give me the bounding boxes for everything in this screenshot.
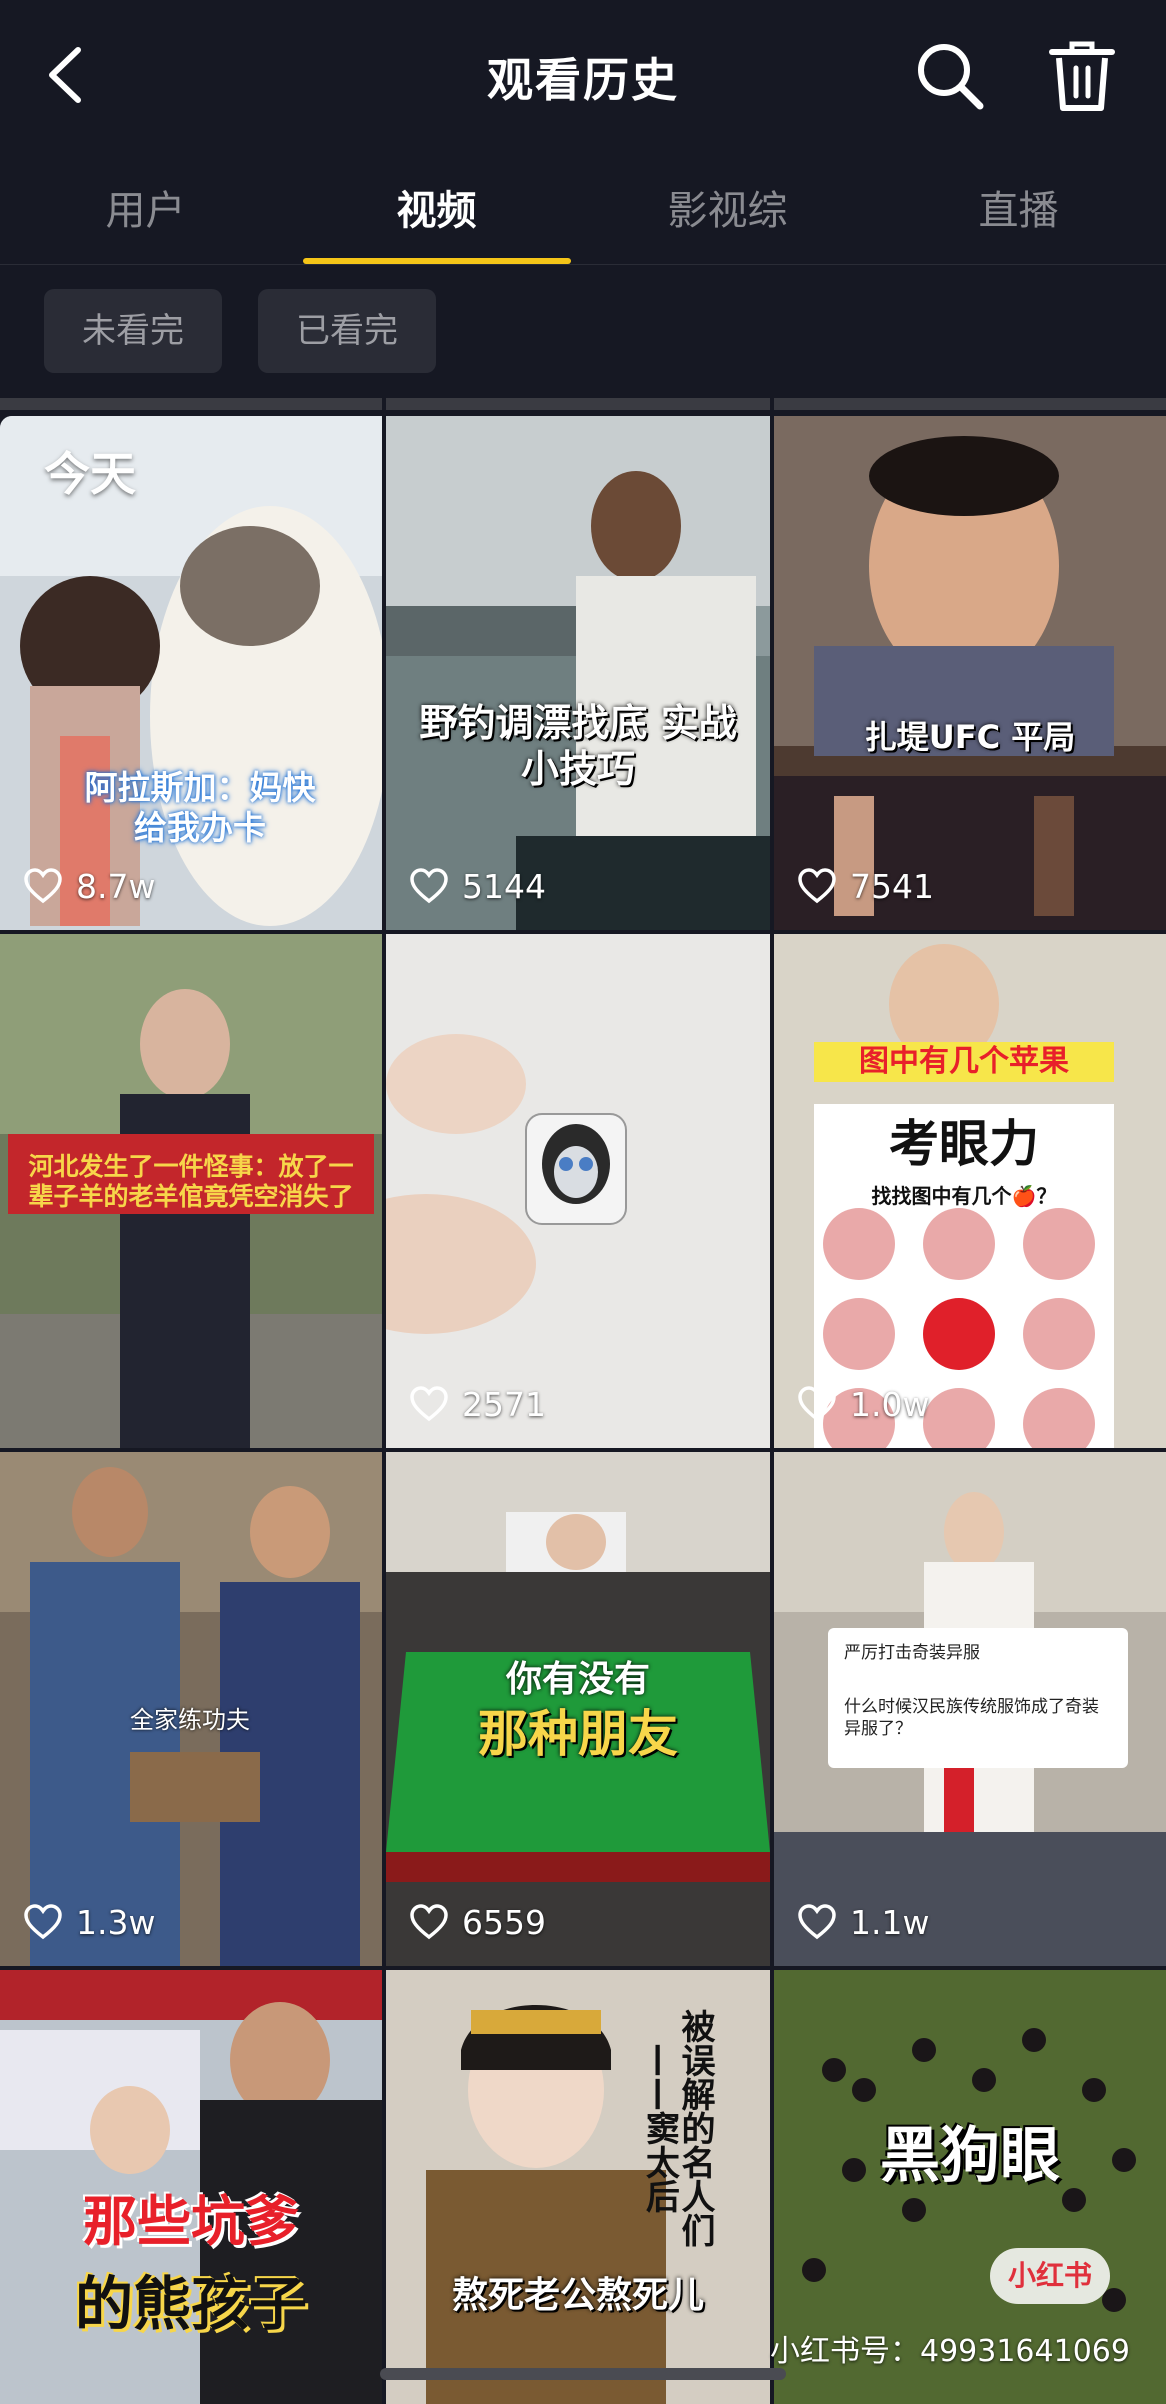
video-caption-subtitle: 找找图中有几个🍎？ <box>871 1184 1057 1208</box>
video-caption: 黑狗眼 <box>880 2121 1060 2191</box>
video-card[interactable]: 扎堤UFC 平局 7541 <box>774 416 1166 930</box>
tab-users[interactable]: 用户 <box>0 178 291 236</box>
header-bar: 观看历史 <box>0 0 1166 160</box>
heart-icon <box>798 1904 836 1940</box>
video-card[interactable]: 河北发生了一件怪事：放了一辈子羊的老羊倌竟凭空消失了 <box>0 934 382 1448</box>
video-caption: 那些坑爹 <box>83 2190 299 2253</box>
video-caption: 阿拉斯加：妈快给我办卡 <box>84 768 316 847</box>
heart-icon <box>410 1904 448 1940</box>
like-count: 7541 <box>798 864 934 908</box>
like-count-value: 1.0w <box>850 1384 930 1424</box>
heart-icon <box>410 868 448 904</box>
like-count-value: 1.1w <box>850 1902 930 1942</box>
home-indicator[interactable] <box>380 2368 786 2380</box>
video-card[interactable]: 被误解的名人们——窦太后 熬死老公熬死儿 <box>386 1970 770 2404</box>
video-card[interactable]: 那些坑爹 的熊孩子 <box>0 1970 382 2404</box>
video-card[interactable]: 你有没有 那种朋友 6559 <box>386 1452 770 1966</box>
video-thumbnail <box>386 934 770 1448</box>
video-card[interactable]: 全家练功夫 1.3w <box>0 1452 382 1966</box>
like-count-value: 6559 <box>462 1902 546 1942</box>
video-caption-title: 考眼力 <box>889 1115 1039 1173</box>
heart-icon <box>798 1386 836 1422</box>
like-count-value: 8.7w <box>76 866 156 906</box>
watermark-id: 小红书号：4993164​1069 <box>770 2334 1130 2369</box>
page-title: 观看历史 <box>487 53 679 107</box>
heart-icon <box>410 1386 448 1422</box>
filter-finished-chip[interactable]: 已看完 <box>258 289 436 373</box>
like-count: 2571 <box>410 1382 546 1426</box>
comment-title: 严厉打击奇装异服 <box>844 1643 980 1663</box>
like-count: 6559 <box>410 1900 546 1944</box>
heart-icon <box>24 1904 62 1940</box>
like-count-value: 2571 <box>462 1384 546 1424</box>
like-count-value: 1.3w <box>76 1902 156 1942</box>
video-caption-vertical: 被误解的名人们——窦太后 <box>639 2009 715 2247</box>
video-caption: 河北发生了一件怪事：放了一辈子羊的老羊倌竟凭空消失了 <box>28 1152 354 1211</box>
previous-row-peek <box>0 398 382 410</box>
tab-live[interactable]: 直播 <box>873 178 1164 236</box>
video-card[interactable]: 图中有几个苹果 考眼力 找找图中有几个🍎？ 1.0w <box>774 934 1166 1448</box>
heart-icon <box>798 868 836 904</box>
like-count-value: 7541 <box>850 866 934 906</box>
filter-unfinished-chip[interactable]: 未看完 <box>44 289 222 373</box>
video-caption: 扎堤UFC 平局 <box>864 718 1076 756</box>
video-caption-title: 的熊孩子 <box>74 2270 307 2338</box>
video-caption: 熬死老公熬死儿 <box>451 2275 704 2316</box>
video-card[interactable]: 野钓调漂找底 实战小技巧 5144 <box>386 416 770 930</box>
video-card[interactable]: 2571 <box>386 934 770 1448</box>
heart-icon <box>24 868 62 904</box>
comment-text: 什么时候汉民族传统服饰成了奇装异服了？ <box>844 1697 1099 1740</box>
previous-row-peek <box>386 398 770 410</box>
active-tab-indicator <box>303 258 571 264</box>
tab-film-tv[interactable]: 影视综 <box>582 178 873 236</box>
like-count: 8.7w <box>24 864 155 908</box>
like-count: 1.1w <box>798 1900 929 1944</box>
video-caption: 你有没有 <box>505 1659 650 1700</box>
video-caption: 图中有几个苹果 <box>814 1042 1114 1082</box>
like-count: 5144 <box>410 864 546 908</box>
video-caption: 野钓调漂找底 实战小技巧 <box>419 701 737 791</box>
video-caption: 全家练功夫 <box>130 1706 250 1734</box>
tab-bar: 用户 视频 影视综 直播 <box>0 160 1166 265</box>
tab-videos[interactable]: 视频 <box>291 178 582 236</box>
xiaohongshu-logo: 小红书 <box>990 2248 1110 2304</box>
video-thumbnail <box>386 416 770 930</box>
filter-bar: 未看完 已看完 <box>0 265 1166 395</box>
like-count: 1.0w <box>798 1382 929 1426</box>
like-count: 1.3w <box>24 1900 155 1944</box>
video-caption-title: 那种朋友 <box>478 1705 678 1763</box>
section-label-today: 今天 <box>44 447 136 501</box>
trash-icon[interactable] <box>1046 38 1118 114</box>
like-count-value: 5144 <box>462 866 546 906</box>
video-card[interactable]: 严厉打击奇装异服 什么时候汉民族传统服饰成了奇装异服了？ 1.1w <box>774 1452 1166 1966</box>
video-grid: 阿拉斯加：妈快给我办卡 8.7w 野钓调漂找底 实战小技巧 5144 扎堤UFC… <box>0 398 1166 2404</box>
search-icon[interactable] <box>912 38 988 114</box>
video-thumbnail <box>774 416 1166 930</box>
previous-row-peek <box>774 398 1166 410</box>
